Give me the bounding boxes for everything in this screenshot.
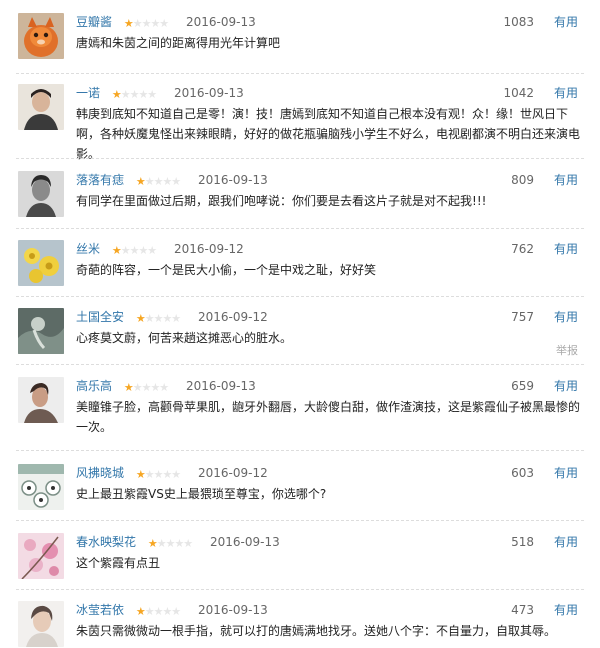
comment-item: 落落有痣 ★★★★★ 2016-09-13 809 有用 有同学在里面做过后期，… — [0, 171, 600, 227]
portrait-avatar[interactable] — [18, 84, 64, 130]
comment-header: 丝米 ★★★★★ 2016-09-12 762 有用 — [76, 240, 578, 258]
vote-count: 757 — [511, 310, 534, 324]
useful-button[interactable]: 有用 — [554, 533, 578, 551]
comment-text: 朱茵只需微微动一根手指，就可以打的唐嫣满地找牙。送她八个字：不自量力，自取其辱。 — [76, 624, 557, 638]
comment-text: 有同学在里面做过后期，跟我们咆哮说：你们要是去看这片子就是对不起我!!! — [76, 194, 487, 208]
grid-cartoon-avatar[interactable] — [18, 464, 64, 510]
report-button[interactable]: 举报 — [556, 342, 578, 358]
comment-text: 美瞳锥子脸，高颧骨苹果肌，龅牙外翻唇，大龄傻白甜，做作渣演技，这是紫霞仙子被黑最… — [76, 400, 581, 434]
vote-count: 473 — [511, 603, 534, 617]
divider — [16, 589, 584, 590]
flowers-avatar[interactable] — [18, 240, 64, 286]
comment-date: 2016-09-13 — [198, 173, 268, 187]
divider — [16, 73, 584, 74]
vote-count: 659 — [511, 379, 534, 393]
rating-stars: ★★★★★ — [135, 468, 181, 481]
comment-item: 丝米 ★★★★★ 2016-09-12 762 有用 奇葩的阵容，一个是民大小偷… — [0, 240, 600, 296]
comment-header: 风拂晓城 ★★★★★ 2016-09-12 603 有用 — [76, 464, 578, 482]
useful-button[interactable]: 有用 — [554, 240, 578, 258]
divider — [16, 158, 584, 159]
vote-count: 1083 — [503, 15, 534, 29]
rating-stars: ★★★★★ — [135, 175, 181, 188]
comment-date: 2016-09-13 — [210, 535, 280, 549]
rating-stars: ★★★★★ — [135, 605, 181, 618]
comment-header: 春水映梨花 ★★★★★ 2016-09-13 518 有用 — [76, 533, 578, 551]
comment-date: 2016-09-13 — [198, 603, 268, 617]
comment-item: 冰莹若依 ★★★★★ 2016-09-13 473 有用 朱茵只需微微动一根手指… — [0, 601, 600, 648]
rating-stars: ★★★★★ — [147, 537, 193, 550]
comment-date: 2016-09-12 — [198, 310, 268, 324]
username-link[interactable]: 冰莹若依 — [76, 603, 124, 617]
useful-button[interactable]: 有用 — [554, 13, 578, 31]
pink-blossom-avatar[interactable] — [18, 533, 64, 579]
rating-stars: ★★★★★ — [123, 17, 169, 30]
comment-header: 落落有痣 ★★★★★ 2016-09-13 809 有用 — [76, 171, 578, 189]
rating-stars: ★★★★★ — [123, 381, 169, 394]
rating-stars: ★★★★★ — [111, 244, 157, 257]
comment-header: 豆瓣酱 ★★★★★ 2016-09-13 1083 有用 — [76, 13, 578, 31]
comment-text: 韩庚到底知不知道自己是零！演！技！唐嫣到底知不知道自己根本没有观！众！缘！世风日… — [76, 107, 581, 161]
comment-date: 2016-09-13 — [186, 15, 256, 29]
useful-button[interactable]: 有用 — [554, 308, 578, 326]
username-link[interactable]: 春水映梨花 — [76, 535, 136, 549]
username-link[interactable]: 落落有痣 — [76, 173, 124, 187]
comment-text: 唐嫣和朱茵之间的距离得用光年计算吧 — [76, 36, 281, 50]
comment-header: 冰莹若依 ★★★★★ 2016-09-13 473 有用 — [76, 601, 578, 619]
bw-portrait-avatar[interactable] — [18, 171, 64, 217]
useful-button[interactable]: 有用 — [554, 601, 578, 619]
username-link[interactable]: 土国全安 — [76, 310, 124, 324]
useful-button[interactable]: 有用 — [554, 171, 578, 189]
divider — [16, 520, 584, 521]
comment-text: 史上最丑紫霞VS史上最猥琐至尊宝，你选哪个? — [76, 487, 327, 501]
comment-date: 2016-09-12 — [174, 242, 244, 256]
username-link[interactable]: 风拂晓城 — [76, 466, 124, 480]
orange-cat-avatar[interactable] — [18, 13, 64, 59]
username-link[interactable]: 高乐高 — [76, 379, 112, 393]
username-link[interactable]: 丝米 — [76, 242, 100, 256]
comment-text: 这个紫霞有点丑 — [76, 556, 161, 570]
username-link[interactable]: 豆瓣酱 — [76, 15, 112, 29]
comment-item: 高乐高 ★★★★★ 2016-09-13 659 有用 美瞳锥子脸，高颧骨苹果肌… — [0, 377, 600, 447]
comment-date: 2016-09-13 — [186, 379, 256, 393]
vote-count: 762 — [511, 242, 534, 256]
comment-date: 2016-09-12 — [198, 466, 268, 480]
divider — [16, 228, 584, 229]
comment-item: 豆瓣酱 ★★★★★ 2016-09-13 1083 有用 唐嫣和朱茵之间的距离得… — [0, 13, 600, 73]
comment-item: 土国全安 ★★★★★ 2016-09-12 757 有用 心疼莫文蔚，何苦来趟这… — [0, 308, 600, 364]
comment-header: 一诺 ★★★★★ 2016-09-13 1042 有用 — [76, 84, 578, 102]
abstract-avatar[interactable] — [18, 308, 64, 354]
useful-button[interactable]: 有用 — [554, 377, 578, 395]
comment-date: 2016-09-13 — [174, 86, 244, 100]
useful-button[interactable]: 有用 — [554, 84, 578, 102]
vote-count: 809 — [511, 173, 534, 187]
comment-item: 风拂晓城 ★★★★★ 2016-09-12 603 有用 史上最丑紫霞VS史上最… — [0, 464, 600, 520]
comment-item: 一诺 ★★★★★ 2016-09-13 1042 有用 韩庚到底知不知道自己是零… — [0, 84, 600, 161]
vote-count: 1042 — [503, 86, 534, 100]
comment-list: 豆瓣酱 ★★★★★ 2016-09-13 1083 有用 唐嫣和朱茵之间的距离得… — [0, 0, 600, 648]
vote-count: 603 — [511, 466, 534, 480]
comment-header: 土国全安 ★★★★★ 2016-09-12 757 有用 — [76, 308, 578, 326]
vote-count: 518 — [511, 535, 534, 549]
divider — [16, 296, 584, 297]
rating-stars: ★★★★★ — [135, 312, 181, 325]
comment-item: 春水映梨花 ★★★★★ 2016-09-13 518 有用 这个紫霞有点丑 — [0, 533, 600, 589]
profile-avatar[interactable] — [18, 377, 64, 423]
divider — [16, 450, 584, 451]
divider — [16, 364, 584, 365]
comment-text: 奇葩的阵容，一个是民大小偷，一个是中戏之耻，好好笑 — [76, 263, 377, 277]
comment-text: 心疼莫文蔚，何苦来趟这摊恶心的脏水。 — [76, 331, 293, 345]
useful-button[interactable]: 有用 — [554, 464, 578, 482]
comment-header: 高乐高 ★★★★★ 2016-09-13 659 有用 — [76, 377, 578, 395]
rating-stars: ★★★★★ — [111, 88, 157, 101]
light-portrait-avatar[interactable] — [18, 601, 64, 647]
username-link[interactable]: 一诺 — [76, 86, 100, 100]
